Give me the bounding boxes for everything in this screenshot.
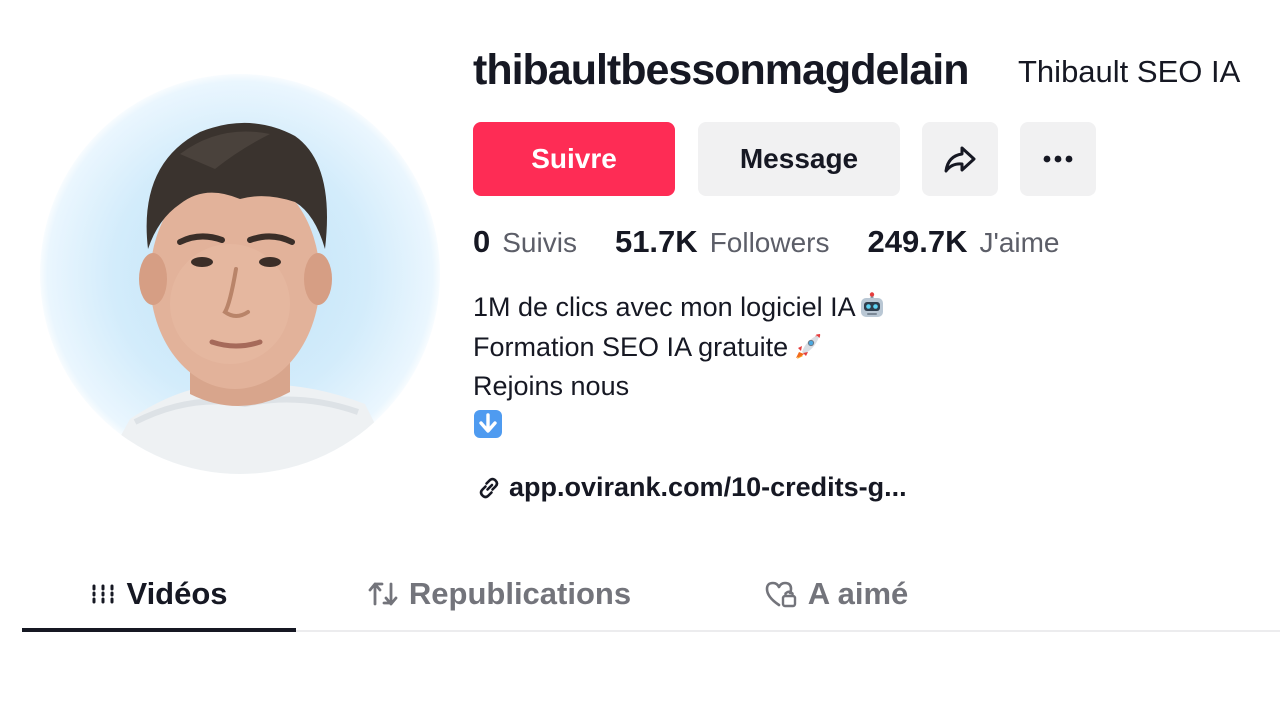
followers-label: Followers <box>709 227 830 258</box>
profile-tabs: Vidéos Republications A aimé <box>22 560 1280 632</box>
likes-stat: 249.7K J'aime <box>868 224 1060 260</box>
message-button[interactable]: Message <box>698 122 900 196</box>
repost-icon <box>368 582 398 606</box>
robot-emoji-icon <box>860 292 883 317</box>
bio-line: Rejoins nous <box>473 367 886 407</box>
bio: 1M de clics avec mon logiciel IA Formati… <box>473 288 886 446</box>
share-button[interactable] <box>922 122 998 196</box>
username: thibaultbessonmagdelain <box>473 46 969 94</box>
bio-line <box>473 407 886 447</box>
followers-count: 51.7K <box>614 224 698 259</box>
tab-videos[interactable]: Vidéos <box>22 560 296 628</box>
following-count: 0 <box>473 224 491 259</box>
bio-line: 1M de clics avec mon logiciel IA <box>473 288 886 328</box>
bio-text: Formation SEO IA gratuite <box>473 331 789 362</box>
likes-count: 249.7K <box>867 224 968 259</box>
bio-link-text: app.ovirank.com/10-credits-g... <box>509 472 907 502</box>
profile-stats: 0 Suivis 51.7K Followers 249.7K J'aime <box>473 224 1098 260</box>
bio-line: Formation SEO IA gratuite <box>473 328 886 368</box>
share-icon <box>944 146 976 173</box>
tab-reposts[interactable]: Republications <box>358 560 640 628</box>
nickname: Thibault SEO IA <box>1018 54 1241 89</box>
active-tab-indicator <box>22 628 296 632</box>
follow-button[interactable]: Suivre <box>473 122 675 196</box>
tab-label: Vidéos <box>126 576 228 611</box>
grid-icon <box>92 584 114 604</box>
more-icon <box>1043 155 1073 163</box>
heart-lock-icon <box>765 581 796 608</box>
followers-stat[interactable]: 51.7K Followers <box>615 224 830 260</box>
profile-page: thibaultbessonmagdelain Thibault SEO IA … <box>0 0 1280 720</box>
following-stat[interactable]: 0 Suivis <box>473 224 577 260</box>
following-label: Suivis <box>502 227 577 258</box>
link-icon <box>479 477 499 498</box>
bio-link[interactable]: app.ovirank.com/10-credits-g... <box>475 472 907 503</box>
tab-label: A aimé <box>807 576 909 611</box>
bio-text: Rejoins nous <box>473 371 630 401</box>
down-arrow-emoji-icon <box>474 409 502 438</box>
bio-text: 1M de clics avec mon logiciel IA <box>473 292 856 322</box>
tab-label: Republications <box>408 576 632 611</box>
avatar-photo <box>100 122 400 474</box>
tab-liked[interactable]: A aimé <box>760 560 912 628</box>
avatar <box>40 74 440 474</box>
rocket-emoji-icon <box>796 333 821 359</box>
likes-label: J'aime <box>979 227 1060 258</box>
more-button[interactable] <box>1020 122 1096 196</box>
